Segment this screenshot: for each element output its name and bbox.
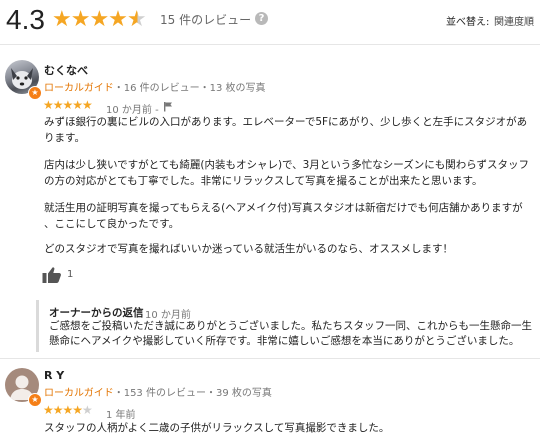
review-text-line: みずほ銀行の裏にビルの入口があります。エレベーターで5Fにあがり、少し歩くと左手… [44, 116, 528, 128]
reviewer-meta: ローカルガイド・153 件のレビュー・39 枚の写真 [44, 384, 272, 399]
review-count: 15 件のレビュー [160, 13, 252, 27]
like-icon[interactable] [42, 266, 62, 288]
review-text-line: どのスタジオで写真を撮ればいいか迷っている就活生がいるのなら、オススメします！ [44, 243, 453, 255]
review-stars: ★★★★★ [43, 403, 93, 417]
average-rating: 4.3 [6, 4, 45, 35]
sort-label: 並べ替え: [446, 17, 490, 28]
reviewer-stats: ・16 件のレビュー・13 枚の写真 [113, 83, 266, 94]
local-guide-label[interactable]: ローカルガイド [44, 388, 114, 399]
reviewer-name[interactable]: R Y [44, 369, 64, 382]
local-guide-badge-icon: ★ [28, 393, 42, 407]
review-text-line: 、ここにして良かったです。 [44, 218, 180, 230]
owner-reply-line: ご感想をご投稿いただき誠にありがとうございました。私たちスタッフ一同、これからも… [49, 320, 532, 332]
review-text-line: ります。 [44, 132, 85, 144]
review-stars-filled: ★★★★ [43, 403, 83, 417]
divider [0, 358, 540, 359]
owner-reply-title: オーナーからの返信 [49, 307, 144, 319]
review-text-line: スタッフの人柄がよく二歳の子供がリラックスして写真撮影できました。 [44, 422, 390, 434]
review-time: 1 年前 [106, 410, 136, 421]
local-guide-badge-icon: ★ [28, 86, 42, 100]
average-rating-stars: ★★★★★ [52, 7, 147, 32]
review-stars-empty: ★ [82, 403, 93, 417]
reviewer-meta: ローカルガイド・16 件のレビュー・13 枚の写真 [44, 79, 266, 94]
flag-icon[interactable] [163, 101, 173, 115]
help-icon[interactable]: ? [255, 12, 268, 25]
review-time: 10 か月前 - [106, 101, 159, 116]
like-count: 1 [67, 269, 74, 280]
review-text-line: 就活生用の証明写真を撮ってもらえる(ヘアメイク付)写真スタジオは新宿だけでも何店… [44, 202, 523, 214]
review-text-line: 店内は少し狭いですがとても綺麗(内装もオシャレ)で、3月という多忙なシーズンにも… [44, 159, 530, 171]
review-stars: ★★★★★ [43, 98, 93, 112]
review-text-line: の方の対応がとても丁寧でした。非常にリラックスして写真を撮ることが出来たと思いま… [44, 175, 483, 187]
local-guide-label[interactable]: ローカルガイド [44, 83, 114, 94]
sort-dropdown[interactable]: 関連度順 [494, 13, 534, 28]
header-stars-full: ★★★★ [52, 7, 128, 32]
header-star-half: ★ [126, 7, 147, 32]
reviewer-stats: ・153 件のレビュー・39 枚の写真 [113, 388, 272, 399]
owner-reply-line: 懸命にヘアメイクや撮影していく所存です。非常に嬉しいご感想を本当にありがとうござ… [49, 335, 520, 347]
reviewer-name[interactable]: むくなべ [44, 62, 88, 78]
divider [0, 44, 540, 45]
